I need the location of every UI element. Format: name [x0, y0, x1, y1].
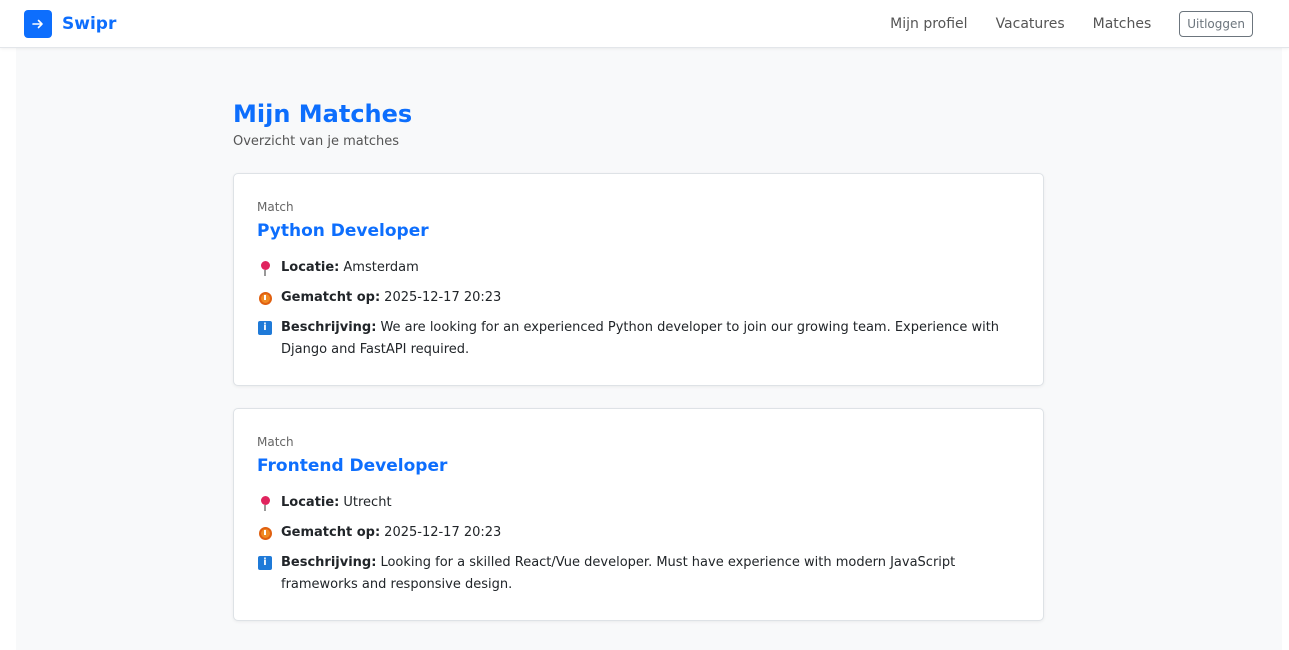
- alarm-clock-icon: [257, 287, 273, 309]
- location-label: Locatie:: [281, 260, 340, 275]
- pin-icon: [257, 492, 273, 514]
- location-label: Locatie:: [281, 495, 340, 510]
- matched-label: Gematcht op:: [281, 525, 381, 540]
- logout-button[interactable]: Uitloggen: [1179, 10, 1253, 37]
- description-label: Beschrijving:: [281, 320, 377, 335]
- nav-links: Mijn profiel Vacatures Matches Uitloggen: [890, 10, 1253, 37]
- alarm-clock-icon: [257, 522, 273, 544]
- main-content: Mijn Matches Overzicht van je matches Ma…: [233, 100, 1044, 621]
- matched-row: Gematcht op: 2025-12-17 20:23: [257, 287, 1019, 309]
- info-icon: i: [257, 552, 273, 574]
- matched-value: 2025-12-17 20:23: [384, 525, 502, 540]
- description-label: Beschrijving:: [281, 555, 377, 570]
- matched-row: Gematcht op: 2025-12-17 20:23: [257, 522, 1019, 544]
- brand-name: Swipr: [62, 13, 117, 34]
- match-label: Match: [257, 435, 294, 449]
- match-title: Python Developer: [257, 221, 429, 241]
- location-value: Utrecht: [343, 495, 392, 510]
- match-label: Match: [257, 200, 294, 214]
- info-icon: i: [257, 317, 273, 339]
- location-value: Amsterdam: [343, 260, 419, 275]
- nav-link-vacatures[interactable]: Vacatures: [996, 16, 1065, 32]
- match-card: Match Frontend Developer Locatie: Utrecht…: [233, 408, 1044, 621]
- description-row: i Beschrijving: Looking for a skilled Rea…: [257, 552, 1019, 596]
- description-value: We are looking for an experienced Python…: [281, 320, 1000, 357]
- match-card: Match Python Developer Locatie: Amsterdam…: [233, 173, 1044, 386]
- page-subtitle: Overzicht van je matches: [233, 134, 399, 149]
- page-title: Mijn Matches: [233, 100, 413, 128]
- navbar: Swipr Mijn profiel Vacatures Matches Uit…: [0, 0, 1289, 48]
- matched-label: Gematcht op:: [281, 290, 381, 305]
- location-row: Locatie: Utrecht: [257, 492, 1019, 514]
- description-value: Looking for a skilled React/Vue develope…: [281, 555, 956, 592]
- nav-link-mijn-profiel[interactable]: Mijn profiel: [890, 16, 967, 32]
- arrow-right-icon: [24, 9, 52, 38]
- brand-link[interactable]: Swipr: [24, 9, 117, 38]
- description-row: i Beschrijving: We are looking for an exp…: [257, 317, 1019, 361]
- match-title: Frontend Developer: [257, 456, 448, 476]
- location-row: Locatie: Amsterdam: [257, 257, 1019, 279]
- pin-icon: [257, 257, 273, 279]
- nav-link-matches[interactable]: Matches: [1093, 16, 1152, 32]
- matched-value: 2025-12-17 20:23: [384, 290, 502, 305]
